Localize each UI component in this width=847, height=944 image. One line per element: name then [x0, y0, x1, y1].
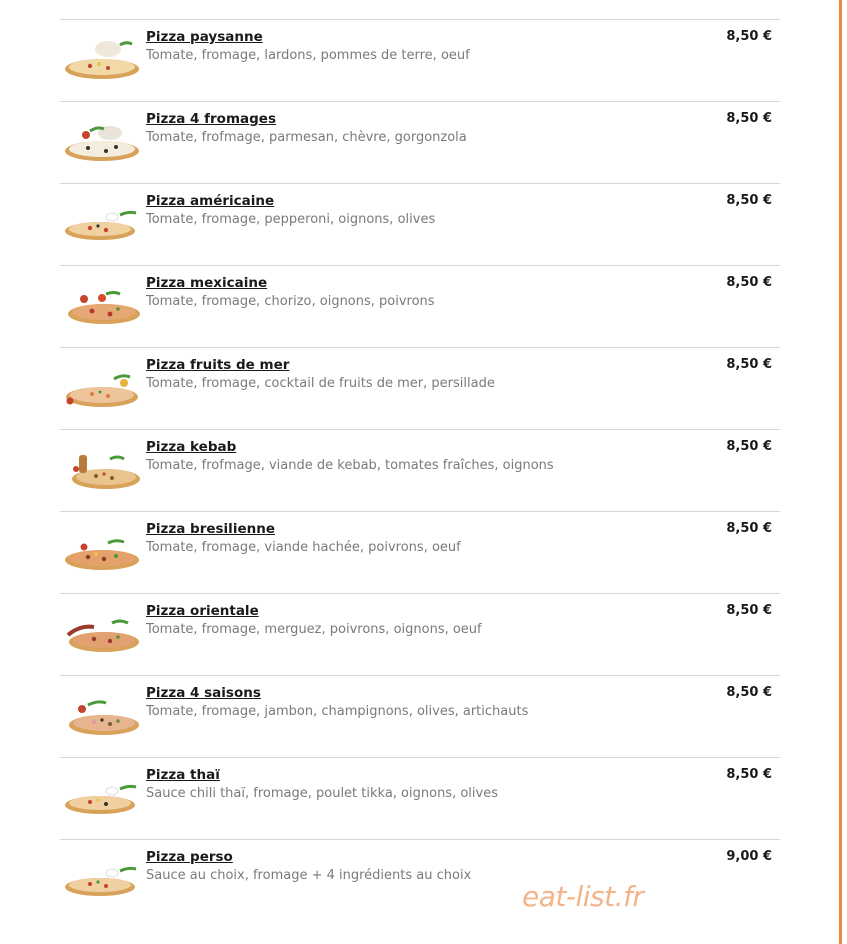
watermark: eat-list.fr	[522, 880, 644, 913]
menu-item[interactable]: Pizza fruits de mer Tomate, fromage, coc…	[60, 347, 780, 429]
menu-item[interactable]: Pizza kebab Tomate, frofmage, viande de …	[60, 429, 780, 511]
pizza-image	[62, 527, 142, 573]
pizza-price: 8,50 €	[726, 685, 772, 700]
pizza-image	[62, 117, 142, 163]
pizza-image	[62, 691, 142, 737]
pizza-description: Tomate, fromage, cocktail de fruits de m…	[146, 376, 495, 391]
pizza-image	[62, 281, 142, 327]
pizza-name[interactable]: Pizza fruits de mer	[146, 357, 289, 373]
pizza-name[interactable]: Pizza 4 saisons	[146, 685, 261, 701]
page-right-border	[839, 0, 842, 944]
pizza-description: Tomate, fromage, pepperoni, oignons, oli…	[146, 212, 436, 227]
pizza-image	[62, 363, 142, 409]
pizza-price: 8,50 €	[726, 29, 772, 44]
pizza-price: 8,50 €	[726, 193, 772, 208]
pizza-description: Tomate, fromage, merguez, poivrons, oign…	[146, 622, 482, 637]
pizza-price: 8,50 €	[726, 111, 772, 126]
pizza-price: 8,50 €	[726, 439, 772, 454]
pizza-price: 8,50 €	[726, 767, 772, 782]
pizza-description: Tomate, fromage, viande hachée, poivrons…	[146, 540, 461, 555]
pizza-image	[62, 855, 142, 901]
pizza-name[interactable]: Pizza 4 fromages	[146, 111, 276, 127]
pizza-menu-list: Pizza paysanne Tomate, fromage, lardons,…	[60, 19, 780, 921]
menu-item[interactable]: Pizza 4 saisons Tomate, fromage, jambon,…	[60, 675, 780, 757]
menu-item[interactable]: Pizza mexicaine Tomate, fromage, chorizo…	[60, 265, 780, 347]
pizza-name[interactable]: Pizza américaine	[146, 193, 274, 209]
pizza-price: 8,50 €	[726, 603, 772, 618]
menu-item[interactable]: Pizza américaine Tomate, fromage, pepper…	[60, 183, 780, 265]
menu-item[interactable]: Pizza orientale Tomate, fromage, merguez…	[60, 593, 780, 675]
pizza-image	[62, 35, 142, 81]
pizza-price: 8,50 €	[726, 275, 772, 290]
pizza-description: Tomate, frofmage, viande de kebab, tomat…	[146, 458, 554, 473]
pizza-name[interactable]: Pizza thaï	[146, 767, 220, 783]
pizza-name[interactable]: Pizza orientale	[146, 603, 259, 619]
pizza-name[interactable]: Pizza paysanne	[146, 29, 263, 45]
pizza-price: 8,50 €	[726, 521, 772, 536]
menu-item[interactable]: Pizza bresilienne Tomate, fromage, viand…	[60, 511, 780, 593]
menu-item[interactable]: Pizza thaï Sauce chili thaï, fromage, po…	[60, 757, 780, 839]
pizza-image	[62, 199, 142, 245]
menu-item[interactable]: Pizza perso Sauce au choix, fromage + 4 …	[60, 839, 780, 921]
pizza-image	[62, 609, 142, 655]
pizza-description: Tomate, fromage, lardons, pommes de terr…	[146, 48, 470, 63]
pizza-description: Sauce au choix, fromage + 4 ingrédients …	[146, 868, 472, 883]
pizza-description: Tomate, fromage, chorizo, oignons, poivr…	[146, 294, 435, 309]
menu-item[interactable]: Pizza 4 fromages Tomate, frofmage, parme…	[60, 101, 780, 183]
menu-item[interactable]: Pizza paysanne Tomate, fromage, lardons,…	[60, 19, 780, 101]
pizza-name[interactable]: Pizza perso	[146, 849, 233, 865]
pizza-price: 8,50 €	[726, 357, 772, 372]
pizza-description: Tomate, fromage, jambon, champignons, ol…	[146, 704, 529, 719]
pizza-description: Tomate, frofmage, parmesan, chèvre, gorg…	[146, 130, 467, 145]
pizza-name[interactable]: Pizza mexicaine	[146, 275, 267, 291]
pizza-price: 9,00 €	[726, 849, 772, 864]
pizza-name[interactable]: Pizza kebab	[146, 439, 236, 455]
pizza-description: Sauce chili thaï, fromage, poulet tikka,…	[146, 786, 498, 801]
pizza-name[interactable]: Pizza bresilienne	[146, 521, 275, 537]
pizza-image	[62, 773, 142, 819]
pizza-image	[62, 445, 142, 491]
